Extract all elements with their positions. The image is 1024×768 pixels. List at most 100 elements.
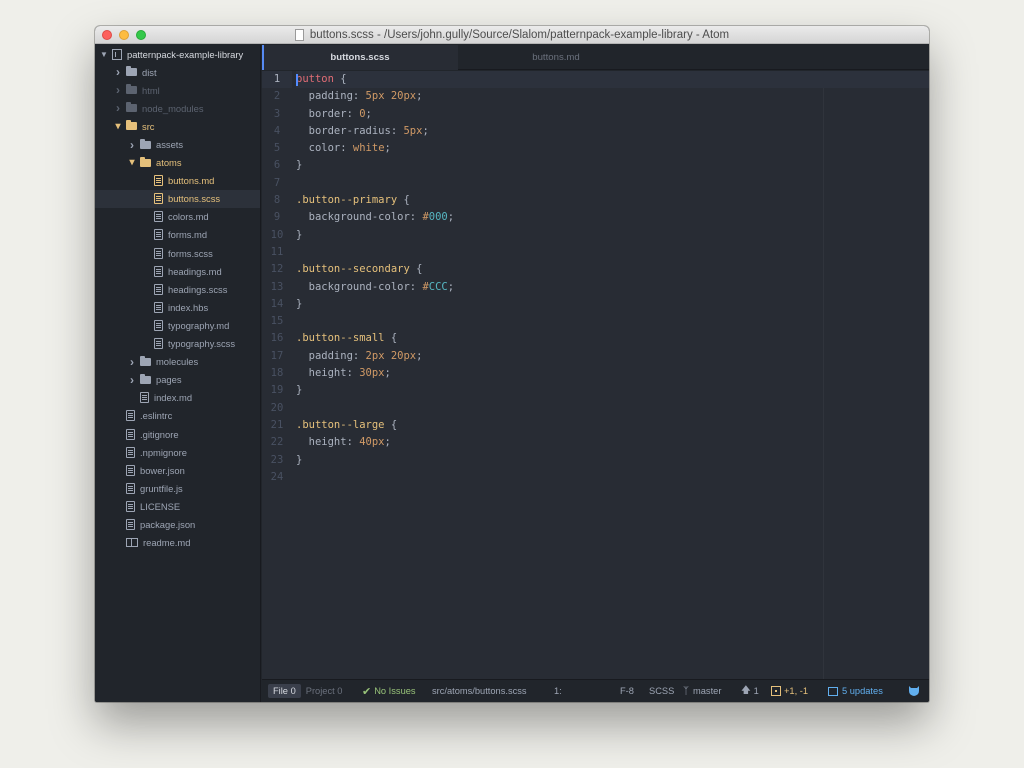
code-line[interactable]: [296, 313, 929, 330]
tree-folder-html[interactable]: › html: [95, 81, 260, 99]
line-number-gutter[interactable]: 1 2 3 4 5 6 7 8 9 10 11 12 13 14 15 16 17 18 19 20 21 22 23 24: [262, 71, 292, 679]
tab-buttons-scss[interactable]: buttons.scss: [262, 45, 458, 70]
code-line[interactable]: [296, 244, 929, 261]
line-number[interactable]: 10: [262, 227, 292, 244]
file-scope-button[interactable]: File 0: [268, 684, 301, 698]
file-text-icon: [154, 211, 163, 223]
code-line[interactable]: .button--small {: [296, 330, 929, 347]
linter-status[interactable]: ✔ No Issues: [362, 680, 416, 702]
line-number[interactable]: 21: [262, 417, 292, 434]
tree-file-forms-md[interactable]: forms.md: [95, 226, 260, 244]
tree-file-buttons-scss[interactable]: buttons.scss: [95, 189, 260, 208]
tree-file-typography-scss[interactable]: typography.scss: [95, 335, 260, 353]
tree-file-headings-md[interactable]: headings.md: [95, 262, 260, 280]
tree-folder-atoms[interactable]: ▾ atoms: [95, 154, 260, 172]
git-diff-summary[interactable]: +1, -1: [771, 680, 808, 702]
tree-file-index-md[interactable]: index.md: [95, 389, 260, 407]
grammar-selector[interactable]: SCSS: [649, 680, 674, 702]
line-number[interactable]: 17: [262, 348, 292, 365]
octocat-button[interactable]: [907, 680, 921, 702]
line-number[interactable]: 14: [262, 296, 292, 313]
line-number[interactable]: 18: [262, 365, 292, 382]
tree-file-buttons-md[interactable]: buttons.md: [95, 172, 260, 190]
line-number[interactable]: 3: [262, 106, 292, 123]
tree-file-headings-scss[interactable]: headings.scss: [95, 280, 260, 298]
code-line[interactable]: [296, 400, 929, 417]
line-number[interactable]: 4: [262, 123, 292, 140]
line-number[interactable]: 23: [262, 452, 292, 469]
line-number[interactable]: 1: [262, 71, 292, 89]
tree-folder-node-modules[interactable]: › node_modules: [95, 99, 260, 117]
tab-buttons-md[interactable]: buttons.md: [458, 45, 654, 70]
git-branch[interactable]: ᛉ master: [683, 680, 721, 702]
line-number[interactable]: 8: [262, 192, 292, 209]
text-editor[interactable]: 1 2 3 4 5 6 7 8 9 10 11 12 13 14 15 16 17 18 19 20 21 22 23 24 …: [262, 71, 929, 679]
code-line[interactable]: }: [296, 452, 929, 469]
line-number[interactable]: 19: [262, 382, 292, 399]
code-lines[interactable]: button { padding: 5px 20px; border: 0; b…: [296, 71, 929, 486]
tree-file-package-json[interactable]: package.json: [95, 515, 260, 533]
tree-file-gitignore[interactable]: .gitignore: [95, 425, 260, 443]
code-line[interactable]: padding: 2px 20px;: [296, 348, 929, 365]
code-line[interactable]: button {: [296, 71, 929, 89]
code-line[interactable]: background-color: #000;: [296, 209, 929, 226]
code-line[interactable]: height: 40px;: [296, 434, 929, 451]
tree-folder-assets[interactable]: › assets: [95, 135, 260, 153]
code-line[interactable]: border-radius: 5px;: [296, 123, 929, 140]
tree-folder-src[interactable]: ▾ src: [95, 117, 260, 135]
file-text-icon: [126, 464, 135, 476]
line-number[interactable]: 2: [262, 88, 292, 105]
code-line[interactable]: }: [296, 227, 929, 244]
tree-folder-molecules[interactable]: › molecules: [95, 353, 260, 371]
file-encoding[interactable]: F-8: [620, 680, 634, 702]
tree-file-colors-md[interactable]: colors.md: [95, 208, 260, 226]
code-line[interactable]: padding: 5px 20px;: [296, 88, 929, 105]
tree-project-root[interactable]: ▼ patternpack-example-library: [95, 45, 260, 63]
code-line[interactable]: background-color: #CCC;: [296, 279, 929, 296]
line-number[interactable]: 16: [262, 330, 292, 347]
code-line[interactable]: .button--primary {: [296, 192, 929, 209]
line-number[interactable]: 13: [262, 279, 292, 296]
tree-file-readme-md[interactable]: readme.md: [95, 534, 260, 552]
code-line[interactable]: border: 0;: [296, 106, 929, 123]
line-number[interactable]: 22: [262, 434, 292, 451]
tree-file-index-hbs[interactable]: index.hbs: [95, 298, 260, 316]
code-token: background-color:: [296, 280, 423, 293]
tree-file-gruntfile-js[interactable]: gruntfile.js: [95, 479, 260, 497]
line-number[interactable]: 7: [262, 175, 292, 192]
code-line[interactable]: color: white;: [296, 140, 929, 157]
line-number[interactable]: 5: [262, 140, 292, 157]
code-line[interactable]: }: [296, 157, 929, 174]
text-cursor: [296, 74, 298, 86]
line-number[interactable]: 9: [262, 209, 292, 226]
code-line[interactable]: .button--large {: [296, 417, 929, 434]
tree-file-typography-md[interactable]: typography.md: [95, 316, 260, 334]
code-line[interactable]: [296, 469, 929, 486]
line-number[interactable]: 24: [262, 469, 292, 486]
code-line[interactable]: [296, 175, 929, 192]
package-updates[interactable]: 5 updates: [828, 680, 883, 702]
code-line[interactable]: height: 30px;: [296, 365, 929, 382]
line-number[interactable]: 12: [262, 261, 292, 278]
project-scope-button[interactable]: Project 0: [301, 684, 348, 698]
tree-folder-dist[interactable]: › dist: [95, 63, 260, 81]
tree-file-eslintrc[interactable]: .eslintrc: [95, 407, 260, 425]
line-number[interactable]: 15: [262, 313, 292, 330]
tree-file-bower-json[interactable]: bower.json: [95, 461, 260, 479]
code-line[interactable]: }: [296, 296, 929, 313]
tree-folder-pages[interactable]: › pages: [95, 371, 260, 389]
tree-item-label: pages: [156, 374, 182, 386]
tree-file-npmignore[interactable]: .npmignore: [95, 443, 260, 461]
atom-window: buttons.scss - /Users/john.gully/Source/…: [95, 26, 929, 702]
file-path[interactable]: src/atoms/buttons.scss: [432, 680, 527, 702]
tree-file-license[interactable]: LICENSE: [95, 497, 260, 515]
git-ahead[interactable]: 🡅 1: [741, 680, 759, 702]
code-line[interactable]: }: [296, 382, 929, 399]
tree-file-forms-scss[interactable]: forms.scss: [95, 244, 260, 262]
cursor-position[interactable]: 1:: [554, 680, 562, 702]
code-line[interactable]: .button--secondary {: [296, 261, 929, 278]
title-bar[interactable]: buttons.scss - /Users/john.gully/Source/…: [95, 26, 929, 44]
line-number[interactable]: 6: [262, 157, 292, 174]
line-number[interactable]: 11: [262, 244, 292, 261]
line-number[interactable]: 20: [262, 400, 292, 417]
